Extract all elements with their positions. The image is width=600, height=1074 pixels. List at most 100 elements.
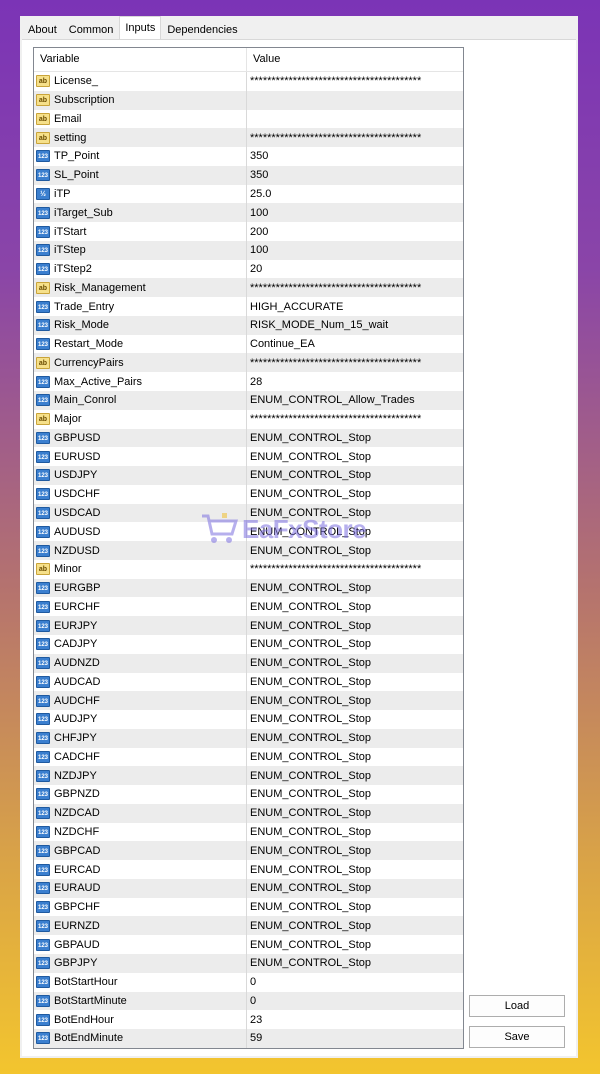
tab-common[interactable]: Common [63, 18, 120, 40]
variable-column-header[interactable]: Variable [34, 48, 247, 71]
table-row[interactable]: 123 Restart_Mode Continue_EA [34, 334, 463, 354]
table-row[interactable]: 123 Max_Active_Pairs 28 [34, 372, 463, 392]
value-cell[interactable]: 200 [247, 222, 463, 241]
value-cell[interactable]: ENUM_CONTROL_Stop [247, 485, 463, 504]
table-row[interactable]: 123 AUDUSD ENUM_CONTROL_Stop [34, 522, 463, 542]
value-cell[interactable]: ENUM_CONTROL_Stop [247, 673, 463, 692]
value-cell[interactable]: 23 [247, 1010, 463, 1029]
value-cell[interactable]: ENUM_CONTROL_Stop [247, 447, 463, 466]
table-row[interactable]: 123 iTStep2 20 [34, 259, 463, 279]
value-cell[interactable]: ENUM_CONTROL_Stop [247, 691, 463, 710]
table-row[interactable]: 123 NZDCHF ENUM_CONTROL_Stop [34, 822, 463, 842]
table-row[interactable]: ½ iTP 25.0 [34, 184, 463, 204]
value-cell[interactable]: ENUM_CONTROL_Stop [247, 841, 463, 860]
value-cell[interactable]: **************************************** [247, 560, 463, 579]
table-row[interactable]: 123 GBPCAD ENUM_CONTROL_Stop [34, 841, 463, 861]
value-cell[interactable] [247, 110, 463, 129]
value-cell[interactable]: ENUM_CONTROL_Stop [247, 748, 463, 767]
value-cell[interactable]: ENUM_CONTROL_Stop [247, 804, 463, 823]
value-cell[interactable]: ENUM_CONTROL_Stop [247, 522, 463, 541]
value-cell[interactable] [247, 91, 463, 110]
table-row[interactable]: ab CurrencyPairs *************************… [34, 353, 463, 373]
table-row[interactable]: 123 AUDNZD ENUM_CONTROL_Stop [34, 653, 463, 673]
value-cell[interactable]: ENUM_CONTROL_Stop [247, 579, 463, 598]
table-row[interactable]: 123 iTStep 100 [34, 240, 463, 260]
value-cell[interactable]: 350 [247, 147, 463, 166]
load-button[interactable]: Load [469, 995, 565, 1017]
table-row[interactable]: 123 Risk_Mode RISK_MODE_Num_15_wait [34, 315, 463, 335]
value-cell[interactable]: 59 [247, 1029, 463, 1048]
value-cell[interactable]: ENUM_CONTROL_Stop [247, 466, 463, 485]
value-cell[interactable]: 100 [247, 203, 463, 222]
table-row[interactable]: ab Minor *********************************… [34, 559, 463, 579]
table-row[interactable]: ab Major *********************************… [34, 409, 463, 429]
value-cell[interactable]: **************************************** [247, 353, 463, 372]
table-row[interactable]: 123 USDJPY ENUM_CONTROL_Stop [34, 466, 463, 485]
table-row[interactable]: ab setting *******************************… [34, 128, 463, 148]
table-row[interactable]: 123 AUDJPY ENUM_CONTROL_Stop [34, 710, 463, 729]
table-row[interactable]: ab Email [34, 109, 463, 129]
table-row[interactable]: 123 TP_Point 350 [34, 147, 463, 166]
table-row[interactable]: 123 GBPAUD ENUM_CONTROL_Stop [34, 935, 463, 954]
value-cell[interactable]: ENUM_CONTROL_Stop [247, 954, 463, 973]
table-row[interactable]: 123 EURNZD ENUM_CONTROL_Stop [34, 916, 463, 936]
value-cell[interactable]: ENUM_CONTROL_Stop [247, 766, 463, 785]
table-row[interactable]: 123 GBPJPY ENUM_CONTROL_Stop [34, 953, 463, 973]
table-row[interactable]: 123 GBPNZD ENUM_CONTROL_Stop [34, 785, 463, 804]
value-cell[interactable]: ENUM_CONTROL_Stop [247, 935, 463, 954]
table-row[interactable]: 123 EURAUD ENUM_CONTROL_Stop [34, 878, 463, 898]
table-row[interactable]: 123 EURUSD ENUM_CONTROL_Stop [34, 447, 463, 467]
value-cell[interactable]: 28 [247, 372, 463, 391]
table-row[interactable]: 123 CADCHF ENUM_CONTROL_Stop [34, 747, 463, 767]
value-column-header[interactable]: Value [247, 48, 463, 71]
value-cell[interactable]: **************************************** [247, 72, 463, 91]
value-cell[interactable]: 100 [247, 241, 463, 260]
value-cell[interactable]: 0 [247, 992, 463, 1011]
table-row[interactable]: 123 BotStartHour 0 [34, 972, 463, 992]
value-cell[interactable]: ENUM_CONTROL_Stop [247, 654, 463, 673]
table-row[interactable]: 123 USDCHF ENUM_CONTROL_Stop [34, 484, 463, 504]
table-row[interactable]: 123 iTStart 200 [34, 222, 463, 241]
value-cell[interactable]: ENUM_CONTROL_Stop [247, 879, 463, 898]
table-row[interactable]: ab Risk_Management ***********************… [34, 278, 463, 298]
table-row[interactable]: 123 BotStartMinute 0 [34, 991, 463, 1011]
table-row[interactable]: 123 GBPCHF ENUM_CONTROL_Stop [34, 897, 463, 917]
value-cell[interactable]: RISK_MODE_Num_15_wait [247, 316, 463, 335]
table-row[interactable]: 123 NZDUSD ENUM_CONTROL_Stop [34, 541, 463, 560]
value-cell[interactable]: **************************************** [247, 410, 463, 429]
table-row[interactable]: 123 EURJPY ENUM_CONTROL_Stop [34, 616, 463, 635]
table-row[interactable]: 123 Main_Conrol ENUM_CONTROL_Allow_Trades [34, 391, 463, 410]
table-row[interactable]: 123 SL_Point 350 [34, 165, 463, 185]
table-row[interactable]: 123 AUDCAD ENUM_CONTROL_Stop [34, 672, 463, 692]
value-cell[interactable]: ENUM_CONTROL_Stop [247, 729, 463, 748]
table-row[interactable]: ab Subscription [34, 90, 463, 110]
value-cell[interactable]: ENUM_CONTROL_Stop [247, 710, 463, 729]
table-row[interactable]: 123 CHFJPY ENUM_CONTROL_Stop [34, 728, 463, 748]
value-cell[interactable]: ENUM_CONTROL_Stop [247, 916, 463, 935]
table-row[interactable]: 123 iTarget_Sub 100 [34, 203, 463, 223]
value-cell[interactable]: ENUM_CONTROL_Allow_Trades [247, 391, 463, 410]
value-cell[interactable]: ENUM_CONTROL_Stop [247, 504, 463, 523]
table-row[interactable]: 123 EURCAD ENUM_CONTROL_Stop [34, 860, 463, 879]
value-cell[interactable]: ENUM_CONTROL_Stop [247, 597, 463, 616]
table-row[interactable]: 123 USDCAD ENUM_CONTROL_Stop [34, 503, 463, 523]
value-cell[interactable]: 20 [247, 260, 463, 279]
table-row[interactable]: 123 BotEndHour 23 [34, 1010, 463, 1030]
value-cell[interactable]: **************************************** [247, 128, 463, 147]
value-cell[interactable]: ENUM_CONTROL_Stop [247, 616, 463, 635]
value-cell[interactable]: 25.0 [247, 185, 463, 204]
value-cell[interactable]: HIGH_ACCURATE [247, 297, 463, 316]
tab-dependencies[interactable]: Dependencies [161, 18, 243, 40]
value-cell[interactable]: 350 [247, 166, 463, 185]
value-cell[interactable]: ENUM_CONTROL_Stop [247, 860, 463, 879]
save-button[interactable]: Save [469, 1026, 565, 1048]
table-row[interactable]: 123 AUDCHF ENUM_CONTROL_Stop [34, 691, 463, 711]
table-row[interactable]: 123 BotEndMinute 59 [34, 1029, 463, 1048]
tab-inputs[interactable]: Inputs [119, 16, 162, 41]
value-cell[interactable]: 0 [247, 973, 463, 992]
value-cell[interactable]: ENUM_CONTROL_Stop [247, 898, 463, 917]
value-cell[interactable]: ENUM_CONTROL_Stop [247, 541, 463, 560]
value-cell[interactable]: **************************************** [247, 278, 463, 297]
table-row[interactable]: 123 NZDCAD ENUM_CONTROL_Stop [34, 803, 463, 823]
table-row[interactable]: 123 EURCHF ENUM_CONTROL_Stop [34, 597, 463, 617]
